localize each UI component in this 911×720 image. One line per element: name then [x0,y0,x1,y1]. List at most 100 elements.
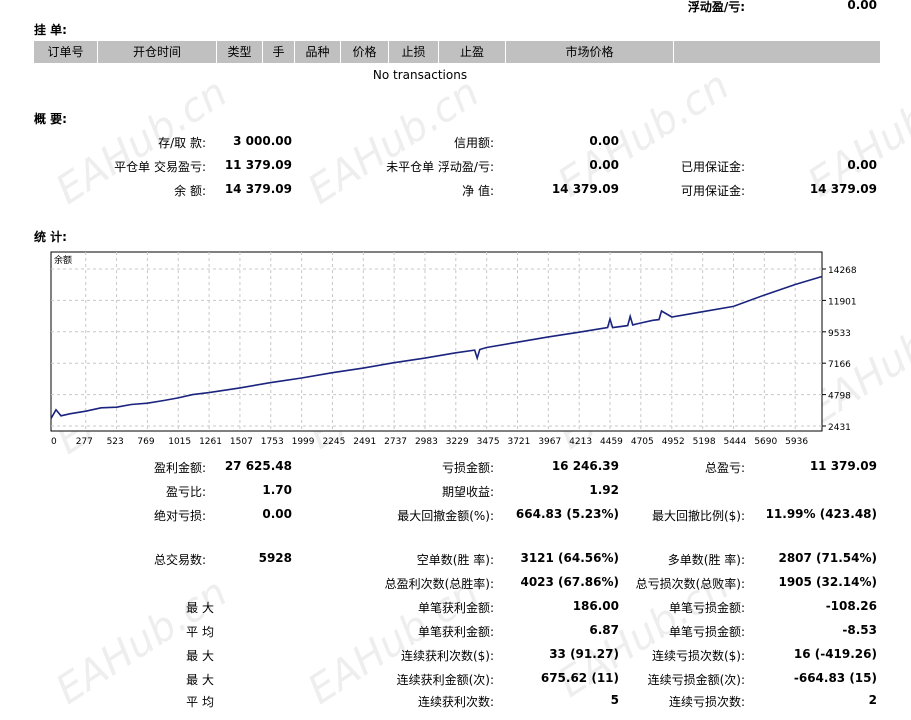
col-sl[interactable]: 止损 [389,41,439,63]
expected-payoff-value: 1.92 [589,483,619,497]
avg-cons-wins-label: 连续获利次数: [417,695,494,709]
cons-losses-value: 16 (-419.26) [793,647,877,661]
avg-profit-value: 6.87 [589,623,619,637]
largest-loss-value: -108.26 [825,599,877,613]
x-tick-label: 523 [107,437,124,447]
x-tick-label: 3721 [507,437,530,447]
short-trades-label: 空单数(胜 率): [416,553,494,567]
x-tick-label: 0 [51,437,57,447]
open-pl-label: 未平仓单 浮动盈/亏: [386,160,494,174]
long-trades-label: 多单数(胜 率): [667,553,745,567]
short-trades-value: 3121 (64.56%) [520,551,619,565]
y-tick-label: 14268 [828,266,857,276]
x-tick-label: 4952 [662,437,685,447]
x-tick-label: 3967 [538,437,561,447]
cons-wins-value: 33 (91.27) [549,647,619,661]
x-tick-label: 5444 [723,437,746,447]
y-tick-label: 7166 [828,360,851,370]
x-tick-label: 769 [137,437,154,447]
col-extra[interactable] [674,41,880,63]
max-label: 最 大 [186,673,214,687]
x-tick-label: 4705 [631,437,654,447]
total-trades-value: 5928 [258,551,292,565]
avg-label: 平 均 [186,625,214,639]
largest-profit-label: 单笔获利金额: [417,601,494,615]
profit-factor-label: 盈亏比: [165,485,206,499]
x-tick-label: 4459 [600,437,623,447]
col-price[interactable]: 价格 [341,41,389,63]
x-tick-label: 2491 [353,437,376,447]
stats-title: 统 计: [34,230,67,244]
balance-value: 14 379.09 [224,182,292,196]
balance-label: 余 额: [174,184,206,198]
col-market-price[interactable]: 市场价格 [506,41,674,63]
cons-profit-label: 连续获利金额(次): [396,673,494,687]
avg-profit-label: 单笔获利金额: [417,625,494,639]
watermark: EAHub.cn [48,69,236,214]
gross-loss-value: 16 246.39 [551,459,619,473]
abs-drawdown-value: 0.00 [262,507,292,521]
x-tick-label: 277 [76,437,93,447]
max-drawdown-value: 664.83 (5.23%) [515,507,619,521]
long-trades-value: 2807 (71.54%) [778,551,877,565]
cons-losses-label: 连续亏损次数($): [651,649,745,663]
floating-pl-value: 0.00 [847,0,877,12]
orders-table-header: 订单号 开仓时间 类型 手 品种 价格 止损 止盈 市场价格 [34,41,880,63]
col-tp[interactable]: 止盈 [439,41,506,63]
deposit-value: 3 000.00 [233,134,292,148]
balance-chart: 0 277 523 769 1015 1261 1507 1753 1999 2245 2491 27… [50,251,857,447]
gross-loss-label: 亏损金额: [441,461,494,475]
profit-trades-label: 总盈利次数(总胜率): [384,577,494,591]
x-tick-label: 3229 [446,437,469,447]
total-trades-label: 总交易数: [153,553,206,567]
x-tick-label: 5936 [785,437,808,447]
cons-loss-value: -664.83 (15) [793,671,877,685]
avg-cons-wins-value: 5 [610,693,619,707]
x-tick-label: 1999 [292,437,315,447]
x-tick-label: 1753 [261,437,284,447]
x-tick-label: 2737 [384,437,407,447]
orders-title: 挂 单: [34,23,67,37]
margin-value: 0.00 [847,158,877,172]
gross-profit-value: 27 625.48 [224,459,292,473]
cons-profit-value: 675.62 (11) [540,671,619,685]
equity-value: 14 379.09 [551,182,619,196]
credit-label: 信用额: [453,136,494,150]
watermark: EAHub.cn [48,569,236,714]
avg-loss-value: -8.53 [842,623,877,637]
chart-frame [50,251,823,432]
gross-profit-label: 盈利金额: [153,461,206,475]
expected-payoff-label: 期望收益: [441,485,494,499]
closed-pl-label: 平仓单 交易盈亏: [114,160,206,174]
free-margin-label: 可用保证金: [680,184,745,198]
x-tick-label: 3475 [477,437,500,447]
total-net-label: 总盈亏: [704,461,745,475]
x-tick-label: 1015 [168,437,191,447]
rel-drawdown-value: 11.99% (423.48) [765,507,877,521]
x-tick-label: 5198 [693,437,716,447]
col-lots[interactable]: 手 [263,41,295,63]
col-type[interactable]: 类型 [217,41,263,63]
total-net-value: 11 379.09 [809,459,877,473]
rel-drawdown-label: 最大回撤比例($): [651,509,745,523]
largest-profit-value: 186.00 [572,599,619,613]
deposit-label: 存/取 款: [158,136,206,150]
floating-pl-label: 浮动盈/亏: [687,0,745,14]
loss-trades-label: 总亏损次数(总败率): [635,577,745,591]
open-pl-value: 0.00 [589,158,619,172]
avg-cons-losses-value: 2 [868,693,877,707]
loss-trades-value: 1905 (32.14%) [778,575,877,589]
y-tick-label: 4798 [828,392,851,402]
largest-loss-label: 单笔亏损金额: [668,601,745,615]
x-tick-label: 1507 [230,437,253,447]
free-margin-value: 14 379.09 [809,182,877,196]
x-tick-label: 2245 [322,437,345,447]
margin-label: 已用保证金: [680,160,745,174]
col-order[interactable]: 订单号 [34,41,98,63]
x-tick-label: 5690 [754,437,777,447]
equity-label: 净 值: [462,184,494,198]
col-open-time[interactable]: 开仓时间 [98,41,217,63]
abs-drawdown-label: 绝对亏损: [153,509,206,523]
cons-loss-label: 连续亏损金额(次): [647,673,745,687]
col-symbol[interactable]: 品种 [295,41,341,63]
